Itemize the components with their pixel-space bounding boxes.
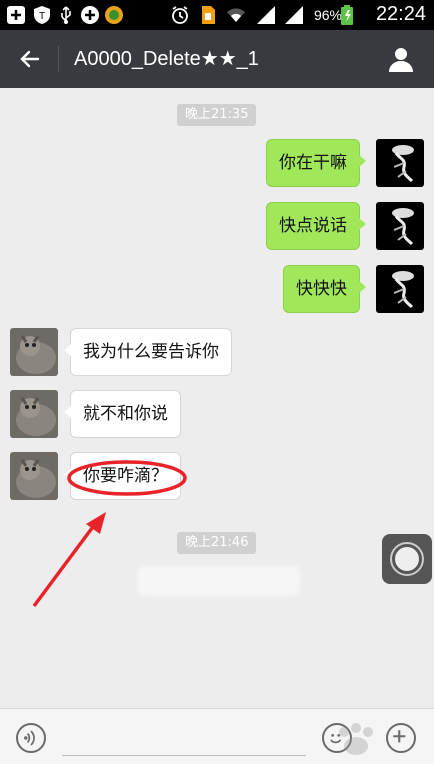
svg-text:T: T xyxy=(39,11,45,22)
message-input[interactable] xyxy=(62,725,306,756)
add-notification-icon xyxy=(7,6,25,24)
clock: 22:24 xyxy=(375,3,426,25)
usb-icon xyxy=(61,6,71,24)
incoming-message[interactable]: 就不和你说 xyxy=(64,390,181,438)
header-divider xyxy=(58,46,59,72)
contact-avatar[interactable] xyxy=(10,328,58,376)
status-bar: T 96% 22:24 xyxy=(0,0,434,30)
battery-icon xyxy=(341,5,353,25)
annotation-arrow-head xyxy=(86,512,106,534)
alarm-icon xyxy=(172,6,188,24)
blurred-message xyxy=(138,566,300,596)
incoming-message[interactable]: 我为什么要告诉你 xyxy=(64,328,232,376)
sim-icon xyxy=(202,6,215,24)
outgoing-message[interactable]: 快快快 xyxy=(283,265,366,313)
message-list[interactable]: 晚上21:35 你在干嘛 快点说话 快快快 我为什么要告诉你 就不和你说 你要咋… xyxy=(0,88,434,708)
emoji-icon[interactable] xyxy=(322,723,352,753)
my-avatar[interactable] xyxy=(376,202,424,250)
signal-icon xyxy=(257,6,275,24)
annotation-overlay xyxy=(32,460,187,608)
chat-header: A0000_Delete★★_1 xyxy=(0,30,434,88)
contact-avatar[interactable] xyxy=(10,390,58,438)
app-notification-icon xyxy=(105,6,123,24)
annotation-arrow-shaft xyxy=(32,518,100,608)
timestamp: 晚上21:46 xyxy=(177,532,257,554)
contact-profile-icon[interactable] xyxy=(386,44,416,74)
incoming-message[interactable]: 你要咋滴？ xyxy=(64,452,181,500)
outgoing-message[interactable]: 快点说话 xyxy=(266,202,366,250)
floating-button-dot xyxy=(395,547,419,571)
contact-avatar[interactable] xyxy=(10,452,58,500)
chat-title: A0000_Delete★★_1 xyxy=(74,48,259,70)
shield-icon: T xyxy=(34,6,50,24)
my-avatar[interactable] xyxy=(376,139,424,187)
voice-input-icon[interactable] xyxy=(16,723,46,753)
timestamp: 晚上21:35 xyxy=(177,104,257,126)
outgoing-message[interactable]: 你在干嘛 xyxy=(266,139,366,187)
plus-circle-icon xyxy=(81,6,99,24)
battery-percent: 96% xyxy=(313,7,342,23)
floating-assistive-button[interactable] xyxy=(382,534,432,584)
signal-2-icon xyxy=(285,6,303,24)
chat-screen: T 96% 22:24 A0000_Delete★★_1 晚上21:35 你在干… xyxy=(0,0,434,764)
input-bar xyxy=(0,708,434,764)
back-arrow-icon[interactable] xyxy=(10,39,50,79)
more-options-icon[interactable] xyxy=(386,723,416,753)
wifi-icon xyxy=(227,8,245,22)
my-avatar[interactable] xyxy=(376,265,424,313)
